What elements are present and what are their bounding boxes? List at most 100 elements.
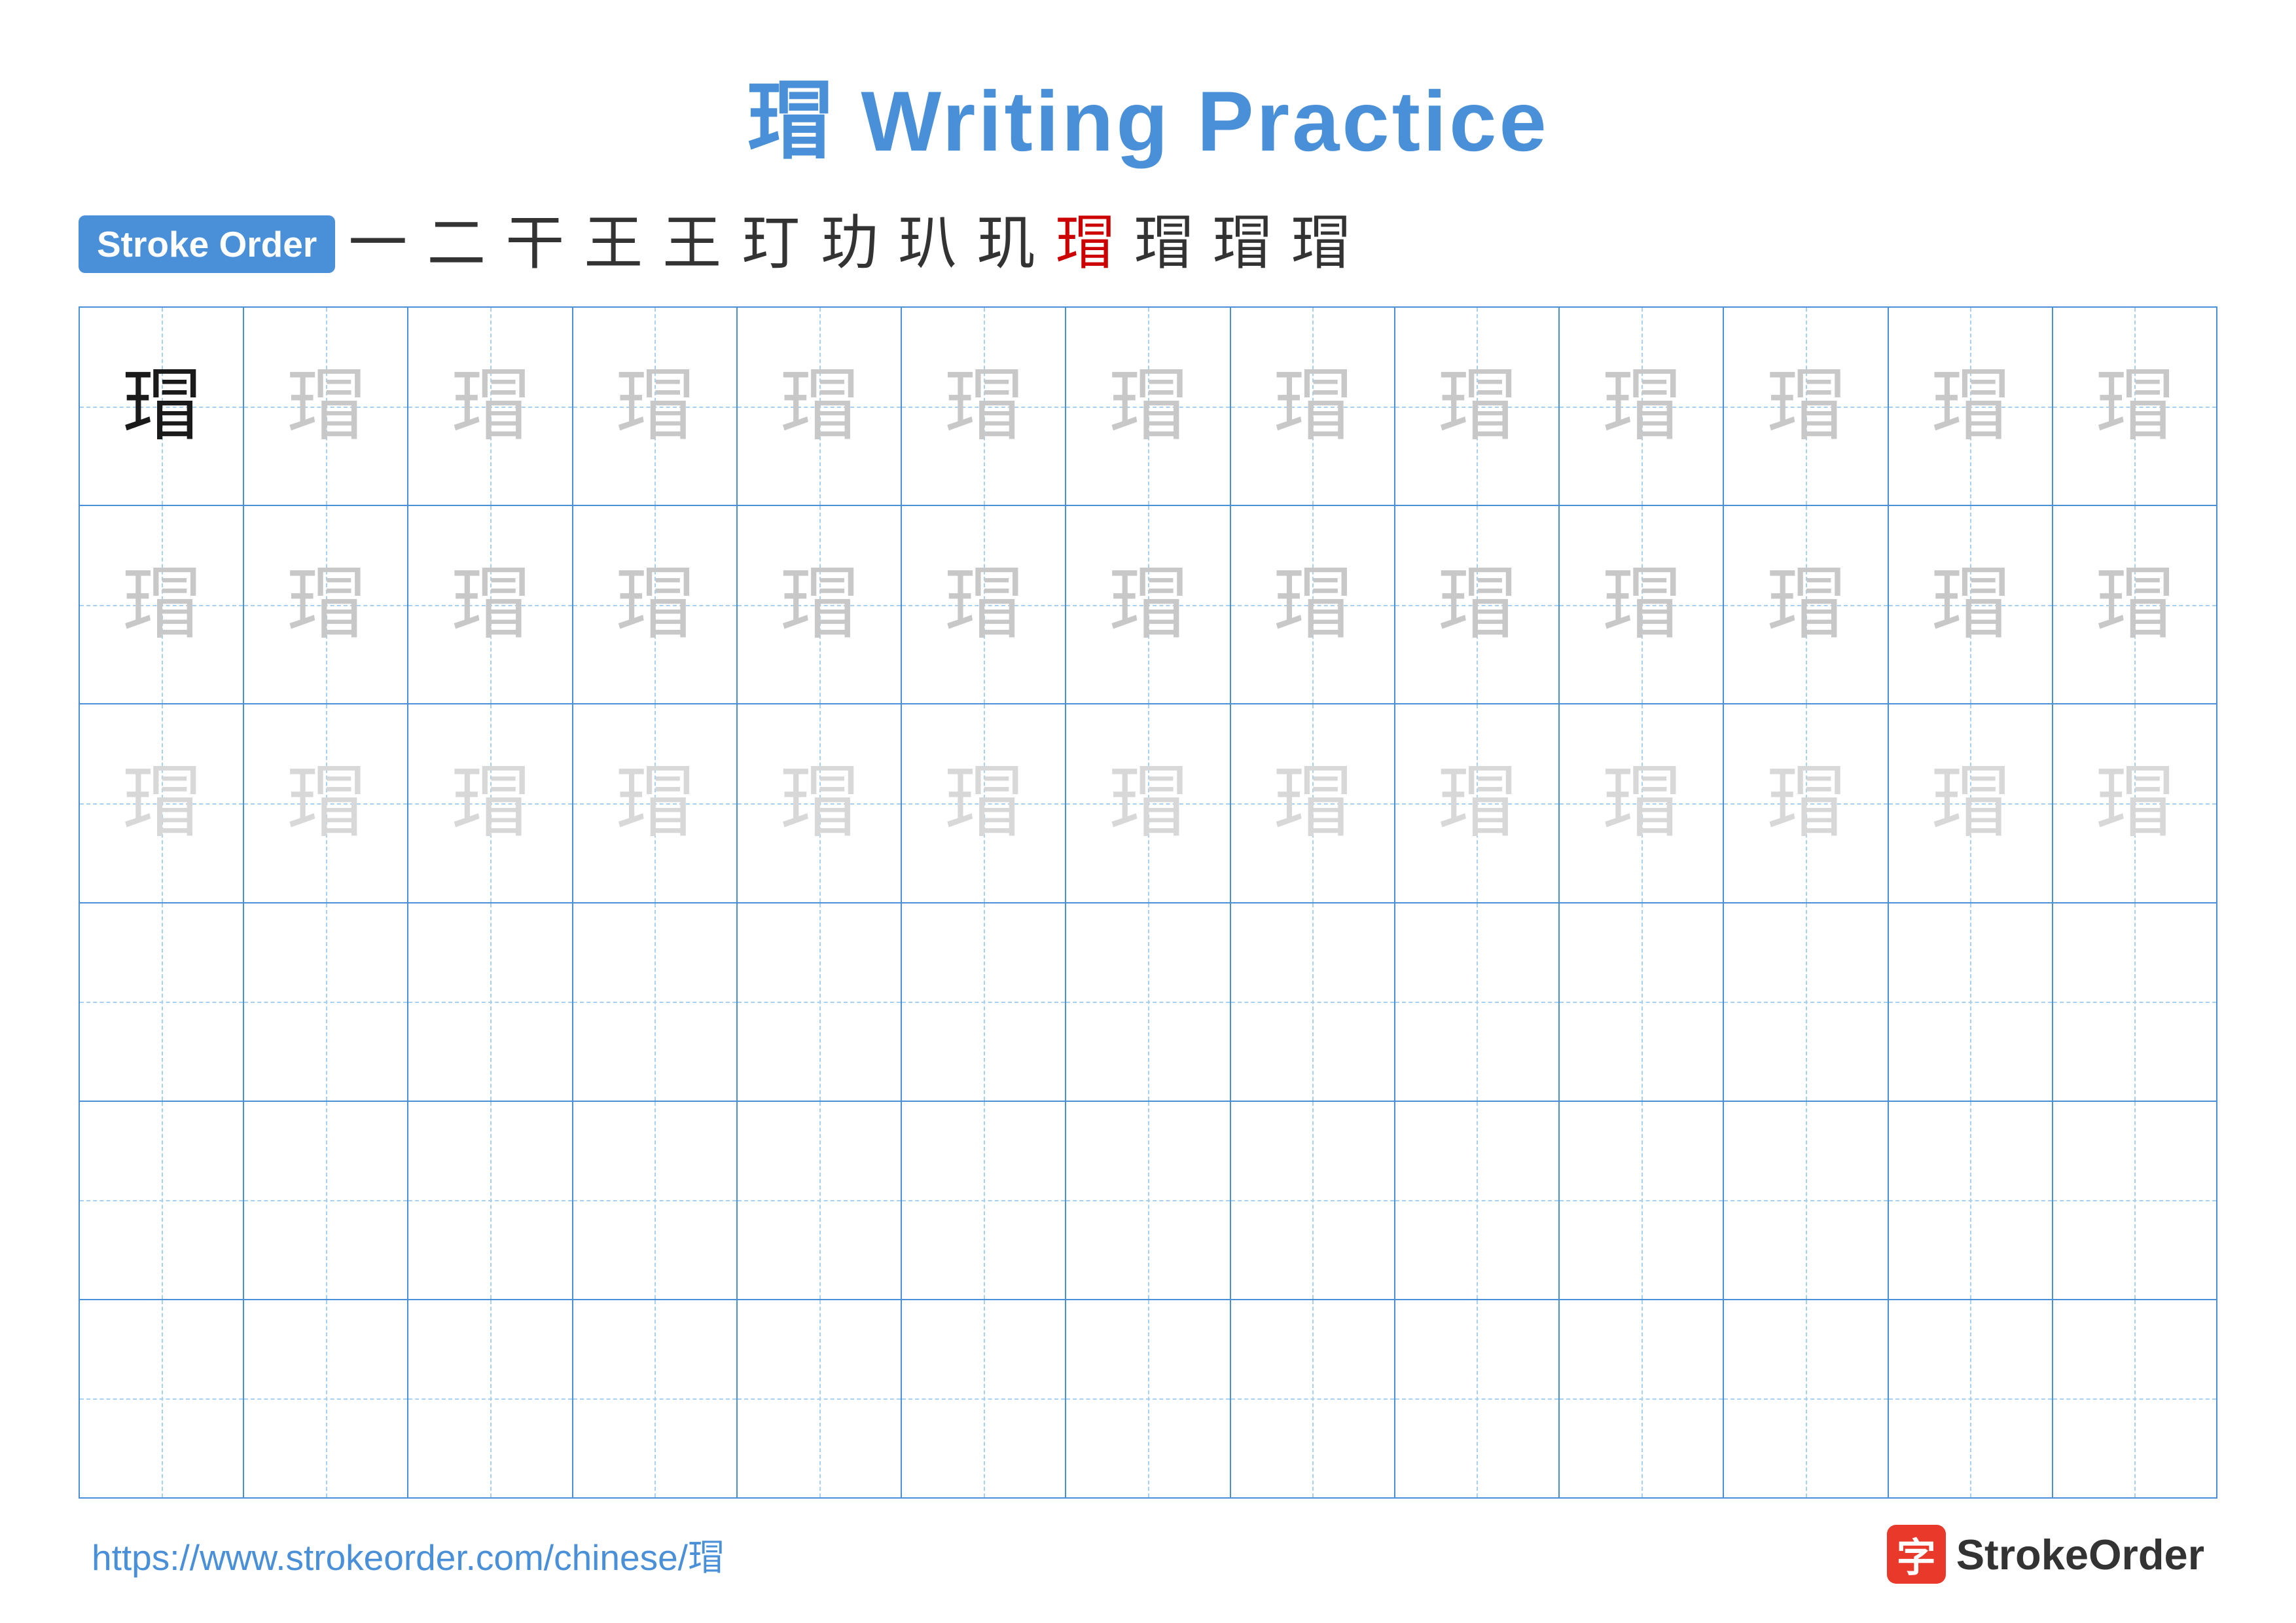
- grid-cell-4-12[interactable]: [1889, 903, 2053, 1101]
- grid-cell-2-4[interactable]: 瑁: [573, 506, 738, 703]
- char-guide: 瑁: [1931, 367, 2009, 446]
- grid-cell-2-3[interactable]: 瑁: [408, 506, 573, 703]
- grid-cell-2-13[interactable]: 瑁: [2053, 506, 2216, 703]
- char-guide: 瑁: [1273, 367, 1352, 446]
- grid-cell-6-5[interactable]: [738, 1300, 902, 1497]
- grid-cell-3-5[interactable]: 瑁: [738, 704, 902, 902]
- grid-cell-5-13[interactable]: [2053, 1102, 2216, 1299]
- grid-cell-6-6[interactable]: [902, 1300, 1066, 1497]
- char-guide: 瑁: [1437, 566, 1516, 644]
- grid-cell-5-3[interactable]: [408, 1102, 573, 1299]
- grid-cell-6-7[interactable]: [1066, 1300, 1230, 1497]
- grid-cell-2-6[interactable]: 瑁: [902, 506, 1066, 703]
- grid-cell-4-13[interactable]: [2053, 903, 2216, 1101]
- grid-cell-1-9[interactable]: 瑁: [1395, 308, 1560, 505]
- stroke-6: 玎: [741, 215, 800, 274]
- grid-cell-3-13[interactable]: 瑁: [2053, 704, 2216, 902]
- footer-url: https://www.strokeorder.com/chinese/瑁: [92, 1528, 724, 1580]
- grid-row-3: 瑁 瑁 瑁 瑁 瑁 瑁 瑁 瑁 瑁 瑁 瑁 瑁 瑁: [80, 704, 2216, 903]
- grid-cell-4-9[interactable]: [1395, 903, 1560, 1101]
- grid-cell-4-2[interactable]: [244, 903, 408, 1101]
- grid-cell-6-2[interactable]: [244, 1300, 408, 1497]
- grid-cell-6-3[interactable]: [408, 1300, 573, 1497]
- grid-cell-3-4[interactable]: 瑁: [573, 704, 738, 902]
- char-guide: 瑁: [1767, 764, 1845, 843]
- grid-cell-5-9[interactable]: [1395, 1102, 1560, 1299]
- grid-cell-2-11[interactable]: 瑁: [1724, 506, 1888, 703]
- grid-cell-3-12[interactable]: 瑁: [1889, 704, 2053, 902]
- stroke-9: 玑: [977, 215, 1035, 274]
- grid-cell-5-4[interactable]: [573, 1102, 738, 1299]
- grid-cell-4-10[interactable]: [1560, 903, 1724, 1101]
- grid-cell-1-5[interactable]: 瑁: [738, 308, 902, 505]
- char-guide: 瑁: [122, 764, 201, 843]
- grid-cell-3-10[interactable]: 瑁: [1560, 704, 1724, 902]
- grid-cell-1-7[interactable]: 瑁: [1066, 308, 1230, 505]
- grid-cell-2-5[interactable]: 瑁: [738, 506, 902, 703]
- grid-cell-4-5[interactable]: [738, 903, 902, 1101]
- grid-cell-6-10[interactable]: [1560, 1300, 1724, 1497]
- grid-cell-1-6[interactable]: 瑁: [902, 308, 1066, 505]
- grid-cell-4-7[interactable]: [1066, 903, 1230, 1101]
- grid-cell-4-8[interactable]: [1231, 903, 1395, 1101]
- stroke-order-row: Stroke Order 一 二 干 王 王 玎 玏 玐 玑 瑁 瑁 瑁 瑁: [79, 215, 2217, 274]
- grid-cell-4-4[interactable]: [573, 903, 738, 1101]
- grid-cell-5-10[interactable]: [1560, 1102, 1724, 1299]
- grid-cell-1-3[interactable]: 瑁: [408, 308, 573, 505]
- grid-cell-3-11[interactable]: 瑁: [1724, 704, 1888, 902]
- title-character: 瑁: [747, 73, 834, 169]
- grid-cell-4-1[interactable]: [80, 903, 244, 1101]
- grid-cell-1-8[interactable]: 瑁: [1231, 308, 1395, 505]
- grid-cell-4-11[interactable]: [1724, 903, 1888, 1101]
- grid-cell-6-9[interactable]: [1395, 1300, 1560, 1497]
- grid-cell-2-7[interactable]: 瑁: [1066, 506, 1230, 703]
- grid-row-6: [80, 1300, 2216, 1497]
- grid-cell-5-12[interactable]: [1889, 1102, 2053, 1299]
- grid-cell-6-1[interactable]: [80, 1300, 244, 1497]
- grid-cell-1-10[interactable]: 瑁: [1560, 308, 1724, 505]
- grid-cell-6-4[interactable]: [573, 1300, 738, 1497]
- char-guide: 瑁: [1109, 566, 1187, 644]
- char-guide: 瑁: [615, 764, 694, 843]
- grid-cell-6-13[interactable]: [2053, 1300, 2216, 1497]
- grid-cell-1-11[interactable]: 瑁: [1724, 308, 1888, 505]
- grid-cell-6-11[interactable]: [1724, 1300, 1888, 1497]
- grid-cell-5-11[interactable]: [1724, 1102, 1888, 1299]
- char-guide: 瑁: [1109, 367, 1187, 446]
- grid-cell-6-12[interactable]: [1889, 1300, 2053, 1497]
- grid-cell-4-3[interactable]: [408, 903, 573, 1101]
- grid-cell-1-12[interactable]: 瑁: [1889, 308, 2053, 505]
- grid-cell-5-7[interactable]: [1066, 1102, 1230, 1299]
- grid-cell-3-2[interactable]: 瑁: [244, 704, 408, 902]
- grid-cell-5-5[interactable]: [738, 1102, 902, 1299]
- char-guide: 瑁: [1109, 764, 1187, 843]
- char-guide: 瑁: [1767, 367, 1845, 446]
- grid-cell-3-3[interactable]: 瑁: [408, 704, 573, 902]
- grid-cell-1-4[interactable]: 瑁: [573, 308, 738, 505]
- grid-cell-3-8[interactable]: 瑁: [1231, 704, 1395, 902]
- grid-cell-5-1[interactable]: [80, 1102, 244, 1299]
- grid-cell-2-1[interactable]: 瑁: [80, 506, 244, 703]
- grid-cell-1-1[interactable]: 瑁: [80, 308, 244, 505]
- char-guide: 瑁: [287, 566, 365, 644]
- grid-cell-1-2[interactable]: 瑁: [244, 308, 408, 505]
- grid-cell-3-1[interactable]: 瑁: [80, 704, 244, 902]
- grid-cell-5-2[interactable]: [244, 1102, 408, 1299]
- grid-cell-3-6[interactable]: 瑁: [902, 704, 1066, 902]
- grid-cell-3-7[interactable]: 瑁: [1066, 704, 1230, 902]
- char-guide: 瑁: [780, 764, 859, 843]
- grid-cell-2-2[interactable]: 瑁: [244, 506, 408, 703]
- grid-cell-2-12[interactable]: 瑁: [1889, 506, 2053, 703]
- stroke-10: 瑁: [1055, 215, 1114, 274]
- char-guide: 瑁: [1767, 566, 1845, 644]
- grid-cell-5-8[interactable]: [1231, 1102, 1395, 1299]
- grid-cell-2-9[interactable]: 瑁: [1395, 506, 1560, 703]
- grid-cell-4-6[interactable]: [902, 903, 1066, 1101]
- grid-cell-1-13[interactable]: 瑁: [2053, 308, 2216, 505]
- grid-cell-5-6[interactable]: [902, 1102, 1066, 1299]
- grid-cell-3-9[interactable]: 瑁: [1395, 704, 1560, 902]
- grid-cell-6-8[interactable]: [1231, 1300, 1395, 1497]
- grid-cell-2-8[interactable]: 瑁: [1231, 506, 1395, 703]
- stroke-order-badge: Stroke Order: [79, 215, 335, 273]
- grid-cell-2-10[interactable]: 瑁: [1560, 506, 1724, 703]
